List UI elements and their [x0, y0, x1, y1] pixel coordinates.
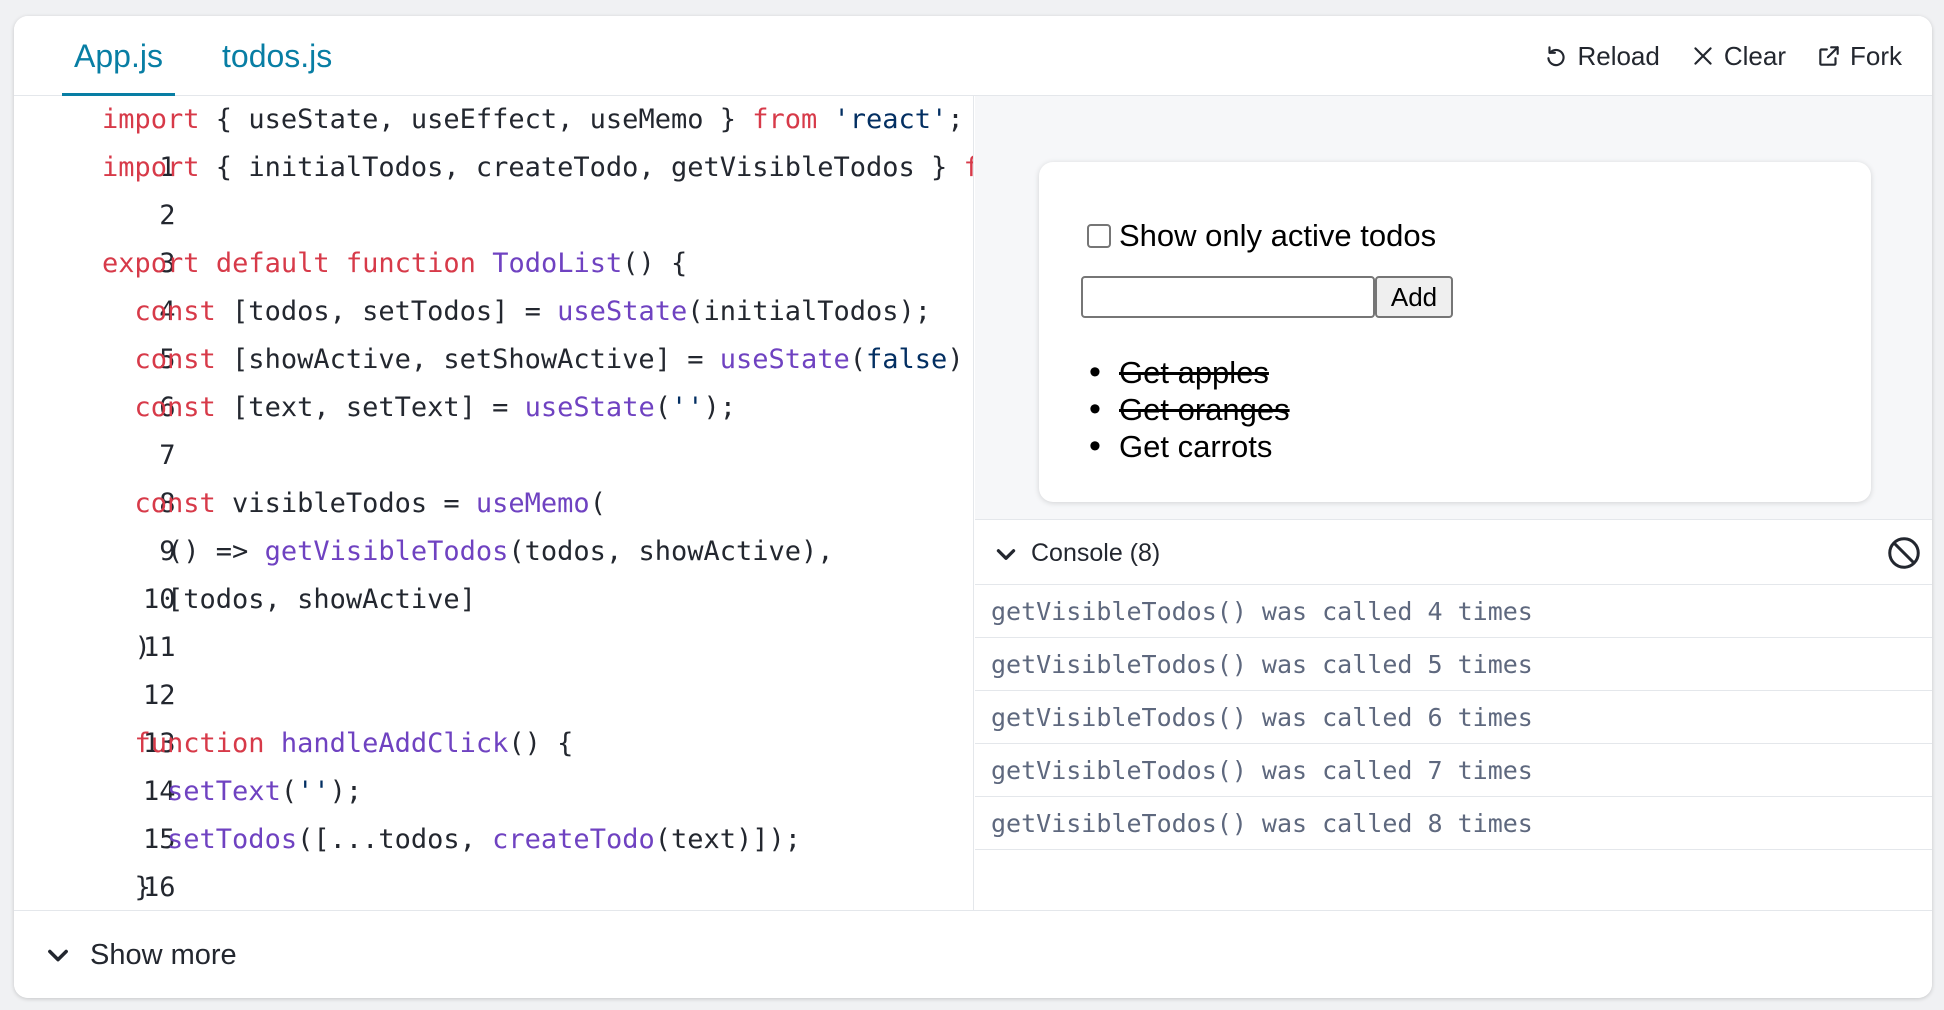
code-line: 4 export default function TodoList() { — [14, 240, 973, 327]
code-text: import { useState, useEffect, useMemo } … — [102, 104, 964, 135]
fork-button[interactable]: Fork — [1816, 41, 1902, 72]
active-filter-toggle[interactable]: Show only active todos — [1087, 218, 1436, 254]
todo-item: Get oranges — [1089, 391, 1290, 428]
code-editor[interactable]: 1 import { useState, useEffect, useMemo … — [14, 96, 974, 910]
todo-item: Get apples — [1089, 354, 1290, 391]
clear-button[interactable]: Clear — [1690, 41, 1786, 72]
reload-label: Reload — [1577, 40, 1660, 71]
todo-item: Get carrots — [1089, 428, 1290, 465]
external-link-icon — [1819, 46, 1839, 66]
close-icon — [1694, 47, 1712, 65]
show-active-checkbox[interactable] — [1087, 224, 1111, 248]
code-line: 3 — [14, 192, 973, 279]
code-line: 10 () => getVisibleTodos(todos, showActi… — [14, 528, 973, 615]
console-panel: Console (8) getVisibleTodos() was called… — [975, 521, 1932, 910]
code-line: 12 ) — [14, 624, 973, 711]
preview-card: Show only active todos Add Get apples Ge… — [1039, 162, 1871, 502]
tab-todos-js[interactable]: todos.js — [210, 16, 344, 96]
code-text: ) — [102, 632, 151, 663]
code-line: 9 const visibleTodos = useMemo( — [14, 480, 973, 567]
code-text: const [text, setText] = useState(''); — [134, 392, 736, 423]
sandpack-frame: App.js todos.js Reload Clear Fork 1 impo… — [14, 16, 1932, 998]
code-text: function handleAddClick() { — [134, 728, 574, 759]
code-line: 6 const [showActive, setShowActive] = us… — [14, 336, 973, 423]
code-text: setText(''); — [167, 776, 363, 807]
code-line: 1 import { useState, useEffect, useMemo … — [14, 96, 973, 183]
code-line: 17 } — [14, 864, 973, 910]
console-log-row: getVisibleTodos() was called 6 times — [975, 691, 1932, 744]
code-line: 11 [todos, showActive] — [14, 576, 973, 663]
clear-console-icon[interactable] — [1886, 535, 1922, 571]
checkbox-label: Show only active todos — [1119, 218, 1437, 253]
reload-button[interactable]: Reload — [1543, 40, 1660, 72]
code-text: const visibleTodos = useMemo( — [134, 488, 606, 519]
code-line: 14 function handleAddClick() { — [14, 720, 973, 807]
code-text: setTodos([...todos, createTodo(text)]); — [167, 824, 802, 855]
console-log-row: getVisibleTodos() was called 5 times — [975, 638, 1932, 691]
chevron-down-icon — [48, 949, 68, 962]
code-line: 8 — [14, 432, 973, 519]
todo-list: Get apples Get oranges Get carrots — [1089, 354, 1290, 465]
preview-pane: Show only active todos Add Get apples Ge… — [975, 96, 1932, 520]
show-more-bar[interactable]: Show more — [14, 910, 1932, 998]
code-line: 5 const [todos, setTodos] = useState(ini… — [14, 288, 973, 375]
code-line: 7 const [text, setText] = useState(''); — [14, 384, 973, 471]
toolbar-actions: Reload Clear Fork — [1543, 16, 1902, 96]
code-text: const [showActive, setShowActive] = useS… — [134, 344, 964, 375]
code-line: 13 — [14, 672, 973, 759]
show-more-button[interactable]: Show more — [90, 911, 237, 998]
chevron-down-icon[interactable] — [993, 541, 1019, 567]
code-text: const [todos, setTodos] = useState(initi… — [134, 296, 932, 327]
console-log-row: getVisibleTodos() was called 7 times — [975, 744, 1932, 797]
tab-app-js[interactable]: App.js — [62, 16, 175, 96]
clear-label: Clear — [1723, 40, 1786, 71]
code-text: [todos, showActive] — [102, 584, 476, 615]
tab-bar: App.js todos.js Reload Clear Fork — [14, 16, 1932, 96]
code-text: () => getVisibleTodos(todos, showActive)… — [102, 536, 834, 567]
reload-icon — [1547, 46, 1566, 67]
console-log-row: getVisibleTodos() was called 8 times — [975, 797, 1932, 850]
code-line: 16 setTodos([...todos, createTodo(text)]… — [14, 816, 973, 903]
add-button[interactable]: Add — [1375, 276, 1453, 318]
code-text: } — [102, 872, 151, 903]
code-line: 15 setText(''); — [14, 768, 973, 855]
todo-text-input[interactable] — [1081, 276, 1375, 318]
fork-label: Fork — [1850, 40, 1902, 71]
console-title: Console (8) — [1031, 539, 1161, 567]
console-header[interactable]: Console (8) — [975, 521, 1932, 585]
code-text: import { initialTodos, createTodo, getVi… — [102, 152, 973, 183]
code-line: 2 import { initialTodos, createTodo, get… — [14, 144, 973, 231]
code-text: export default function TodoList() { — [102, 248, 688, 279]
console-log-row: getVisibleTodos() was called 4 times — [975, 585, 1932, 638]
